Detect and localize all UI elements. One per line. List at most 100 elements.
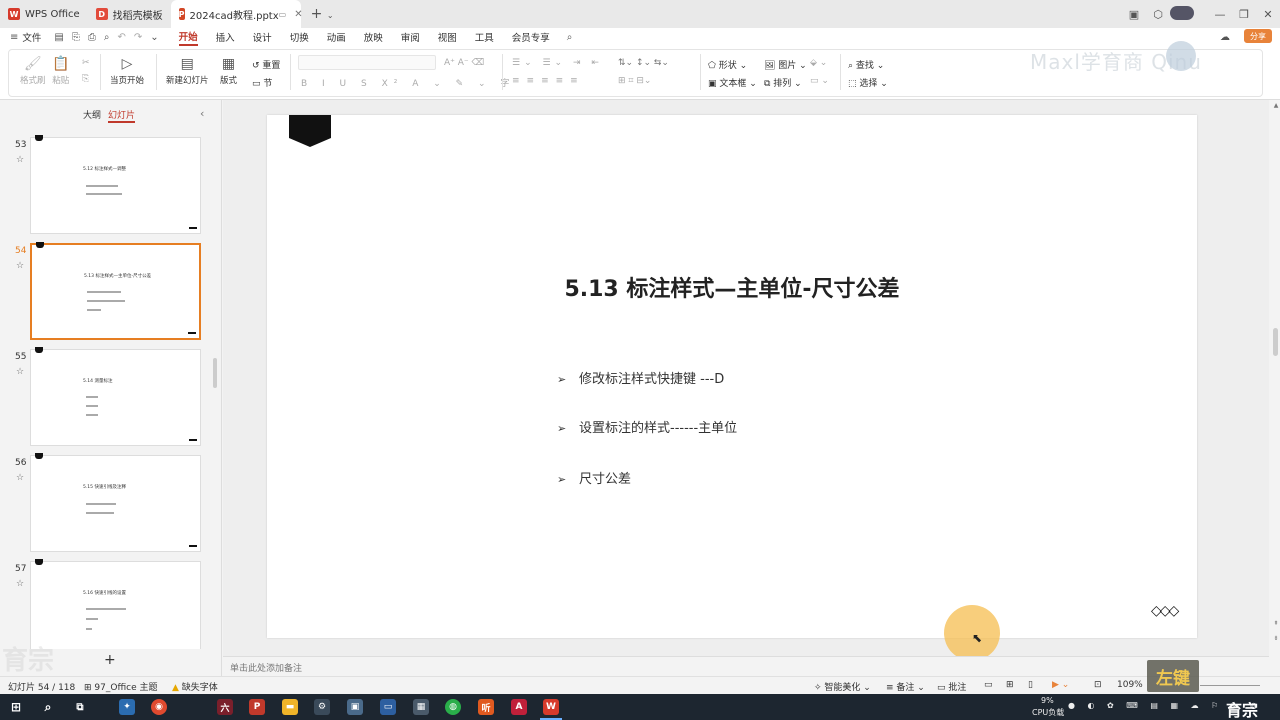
monitor-icon[interactable]: ▭ bbox=[279, 10, 287, 19]
autocad-icon[interactable]: A bbox=[511, 699, 527, 715]
menu-design[interactable]: 设计 bbox=[253, 30, 272, 44]
shape-button[interactable]: ⬠ 形状 ⌄ bbox=[708, 58, 747, 71]
folder-icon[interactable]: ▬ bbox=[282, 699, 298, 715]
font-grow-icon[interactable]: A⁺ A⁻ ⌫ bbox=[444, 58, 484, 68]
box-icon[interactable]: ⬡ bbox=[1146, 8, 1170, 21]
menu-member[interactable]: 会员专享 bbox=[512, 30, 550, 44]
close-tab-icon[interactable]: ✕ bbox=[294, 9, 302, 20]
scroll-page-up-icon[interactable]: ⇞ bbox=[1272, 620, 1280, 627]
reset-button[interactable]: ↺ 重置 bbox=[252, 58, 280, 71]
restore-icon[interactable]: ❐ bbox=[1232, 8, 1256, 21]
add-slide-button[interactable]: + bbox=[104, 652, 116, 668]
calculator-icon[interactable]: ▦ bbox=[413, 699, 429, 715]
app-icon[interactable]: ✦ bbox=[119, 699, 135, 715]
star-icon[interactable]: ☆ bbox=[16, 261, 24, 271]
layout-button[interactable]: ▦ 版式 bbox=[220, 56, 237, 86]
tab-wps-office[interactable]: W WPS Office bbox=[0, 0, 88, 28]
menu-review[interactable]: 审阅 bbox=[401, 30, 420, 44]
star-icon[interactable]: ☆ bbox=[16, 367, 24, 377]
list-icons[interactable]: ☰⌄ ☰⌄ ⇥ ⇤ bbox=[512, 58, 603, 68]
theme-status[interactable]: ⊞ 97_Office 主题 bbox=[84, 680, 158, 693]
layout-icon[interactable]: ▣ bbox=[1122, 8, 1146, 21]
search-icon[interactable]: ⌕ bbox=[40, 699, 56, 715]
outline-icon[interactable]: ▭ ⌄ bbox=[810, 76, 829, 86]
arrange-button[interactable]: ⧉ 排列 ⌄ bbox=[764, 76, 802, 89]
collapse-panel-icon[interactable]: ‹ bbox=[200, 107, 204, 120]
star-icon[interactable]: ☆ bbox=[16, 155, 24, 165]
redo-icon[interactable]: ↷ bbox=[134, 32, 142, 43]
zoom-level[interactable]: 109% bbox=[1117, 680, 1143, 690]
minimize-icon[interactable]: — bbox=[1208, 8, 1232, 21]
slide-title[interactable]: 5.13 标注样式—主单位-尺寸公差 bbox=[267, 271, 1197, 303]
close-window-icon[interactable]: ✕ bbox=[1256, 8, 1280, 21]
slide-thumbnail[interactable]: 5.15 快速引线及注释 bbox=[30, 453, 201, 552]
cloud-icon[interactable]: ☁ bbox=[1220, 32, 1230, 43]
slide-thumbnail[interactable]: 5.16 快速引线的设置 bbox=[30, 559, 201, 649]
task-view-icon[interactable]: ⧉ bbox=[72, 699, 88, 715]
reading-view-icon[interactable]: ▯ bbox=[1028, 680, 1033, 690]
textbox-button[interactable]: ▣ 文本框 ⌄ bbox=[708, 76, 757, 89]
menu-view[interactable]: 视图 bbox=[438, 30, 457, 44]
wps-taskbar-icon[interactable]: W bbox=[543, 699, 559, 715]
slide-thumbnail[interactable]: 5.12 标注样式—调整 bbox=[30, 135, 201, 234]
format-painter-button[interactable]: 🖌 格式刷 bbox=[20, 56, 46, 86]
menu-file[interactable]: 文件 bbox=[22, 30, 41, 44]
print-icon[interactable]: ⎙ bbox=[88, 32, 96, 43]
menu-transition[interactable]: 切换 bbox=[290, 30, 309, 44]
slide-thumbnail[interactable]: 5.14 测量标注 bbox=[30, 347, 201, 446]
avatar-wrap[interactable] bbox=[1170, 5, 1194, 23]
chrome-icon[interactable]: ◉ bbox=[151, 699, 167, 715]
hamburger-icon[interactable]: ≡ bbox=[10, 32, 18, 43]
fill-icon[interactable]: ⬙ ⌄ bbox=[810, 58, 827, 68]
app-icon[interactable]: 听 bbox=[478, 699, 494, 715]
tab-outline[interactable]: 大纲 bbox=[83, 108, 101, 121]
settings-icon[interactable]: ⚙ bbox=[314, 699, 330, 715]
slide-bullet[interactable]: ➢ 尺寸公差 bbox=[557, 468, 631, 487]
menu-slideshow[interactable]: 放映 bbox=[364, 30, 383, 44]
tab-slides[interactable]: 幻灯片 bbox=[108, 108, 136, 123]
menu-tools[interactable]: 工具 bbox=[475, 30, 494, 44]
zoom-slider[interactable] bbox=[1200, 685, 1260, 686]
notes-toggle[interactable]: ≡ 备注 ⌄ bbox=[886, 680, 925, 693]
paste-button[interactable]: 📋 粘贴 bbox=[52, 56, 69, 86]
search-icon[interactable]: ⌕ bbox=[567, 32, 573, 43]
slide-bullet[interactable]: ➢ 设置标注的样式------主单位 bbox=[557, 417, 737, 436]
panel-splitter[interactable] bbox=[213, 358, 217, 388]
preview-icon[interactable]: ⌕ bbox=[104, 32, 110, 43]
font-style-icons[interactable]: B I U S X² A ⌄ ✎ ⌄ 字 bbox=[301, 76, 515, 89]
play-slideshow-icon[interactable]: ▶ ⌄ bbox=[1052, 680, 1069, 690]
missing-font-status[interactable]: ▲ 缺失字体 bbox=[172, 680, 218, 693]
save-icon[interactable]: ▤ bbox=[54, 32, 63, 43]
more-icon[interactable]: ⌄ bbox=[150, 32, 158, 43]
undo-icon[interactable]: ↶ bbox=[117, 32, 125, 43]
menu-animation[interactable]: 动画 bbox=[327, 30, 346, 44]
menu-home[interactable]: 开始 bbox=[178, 29, 198, 46]
app-icon[interactable]: 六 bbox=[217, 699, 233, 715]
copy-icon[interactable]: ⎘ bbox=[82, 74, 89, 84]
select-button[interactable]: ⬚ 选择 ⌄ bbox=[848, 76, 888, 89]
sorter-view-icon[interactable]: ⊞ bbox=[1006, 680, 1014, 690]
star-icon[interactable]: ☆ bbox=[16, 473, 24, 483]
windows-start-icon[interactable]: ⊞ bbox=[8, 699, 24, 715]
picture-button[interactable]: 🖼 图片 ⌄ bbox=[764, 58, 807, 71]
powerpoint-icon[interactable]: P bbox=[249, 699, 265, 715]
new-tab-icon[interactable]: + ⌄ bbox=[311, 6, 334, 22]
cut-icon[interactable]: ✂ bbox=[82, 58, 90, 68]
section-button[interactable]: ▭ 节 bbox=[252, 76, 272, 89]
new-slide-button[interactable]: ▤ 新建幻灯片 bbox=[166, 56, 209, 86]
monitor-icon[interactable]: ▭ bbox=[380, 699, 396, 715]
para-icons[interactable]: ⊞ ⌗ ⊟⌄ bbox=[618, 76, 651, 86]
notes-area[interactable]: 单击此处添加备注 bbox=[223, 656, 1269, 676]
comments-toggle[interactable]: ▭ 批注 bbox=[937, 680, 966, 693]
star-icon[interactable]: ☆ bbox=[16, 579, 24, 589]
align-icons[interactable]: ≡≡≡≡≡ bbox=[512, 76, 585, 86]
scroll-page-down-icon[interactable]: ⇟ bbox=[1272, 635, 1280, 642]
line-spacing-icons[interactable]: ⇅⌄ ↕⌄ ⇆⌄ bbox=[618, 58, 669, 68]
fit-icon[interactable]: ⊡ bbox=[1094, 680, 1102, 690]
tab-docer[interactable]: D 找稻壳模板 bbox=[88, 0, 171, 28]
scroll-thumb[interactable] bbox=[1273, 328, 1278, 356]
smart-beautify-button[interactable]: ✧ 智能美化 ⌄ bbox=[814, 680, 871, 693]
find-button[interactable]: ⌕ 查找 ⌄ bbox=[848, 58, 884, 71]
current-slide[interactable]: 5.13 标注样式—主单位-尺寸公差 ➢ 修改标注样式快捷键 ---D ➢ 设置标注… bbox=[267, 115, 1197, 638]
share-button[interactable]: 分享 bbox=[1244, 29, 1272, 43]
